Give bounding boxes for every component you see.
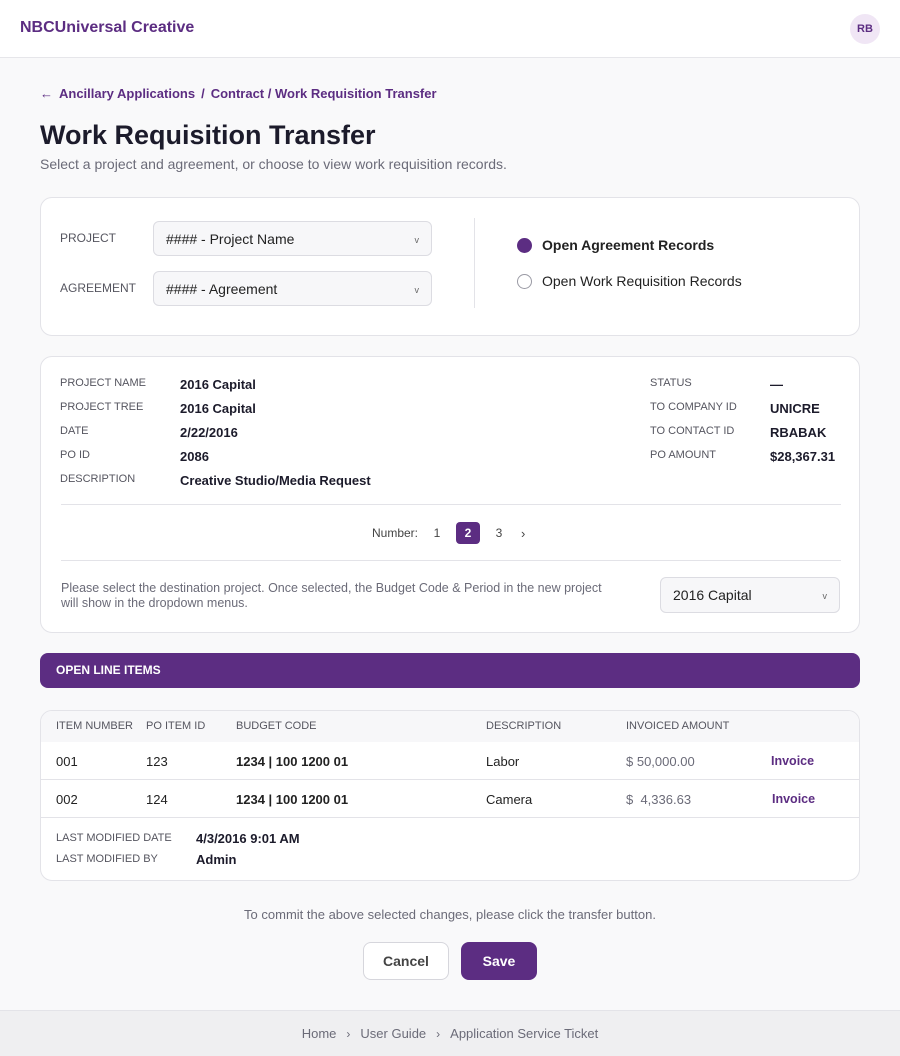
divider (474, 218, 475, 308)
item-number: 002 (56, 792, 78, 807)
last-modified-date-value: 4/3/2016 9:01 AM (196, 831, 300, 846)
budget-code: 1234 | 100 1200 01 (236, 792, 349, 807)
agreement-select-value: #### - Agreement (166, 280, 278, 297)
agreement-select[interactable]: #### - Agreement v (153, 271, 432, 306)
agreement-label: AGREEMENT (60, 281, 137, 295)
po-amount-label: PO AMOUNT (650, 449, 717, 461)
radio-label: Open Agreement Records (542, 237, 715, 253)
description-label: DESCRIPTION (60, 473, 136, 485)
selection-card: PROJECT #### - Project Name v AGREEMENT … (40, 197, 860, 336)
table-row: 002 124 1234 | 100 1200 01 Camera $ 4,33… (41, 780, 859, 818)
chevron-down-icon: v (822, 591, 828, 601)
destination-project-select[interactable]: 2016 Capital v (660, 577, 840, 613)
footer: Home › User Guide › Application Service … (0, 1010, 900, 1056)
pager-label: Number: (372, 526, 419, 540)
to-company-id-label: TO COMPANY ID (650, 401, 737, 413)
column-header: PO ITEM ID (146, 720, 206, 732)
divider (61, 560, 841, 561)
item-description: Labor (486, 754, 520, 769)
project-select-value: #### - Project Name (166, 230, 295, 247)
item-number: 001 (56, 754, 78, 769)
last-modified-date-label: LAST MODIFIED DATE (56, 832, 172, 844)
po-amount-value: $28,367.31 (770, 449, 836, 464)
footer-separator: › (436, 1026, 441, 1041)
pager-page-3[interactable]: 3 (487, 522, 511, 544)
cancel-button[interactable]: Cancel (363, 942, 449, 980)
pager-page-1[interactable]: 1 (425, 522, 449, 544)
project-label: PROJECT (60, 231, 117, 245)
commit-note: To commit the above selected changes, pl… (244, 907, 656, 922)
date-value: 2/22/2016 (180, 425, 238, 440)
last-modified-by-label: LAST MODIFIED BY (56, 853, 158, 865)
destination-note: Please select the destination project. O… (61, 581, 602, 610)
save-button[interactable]: Save (461, 942, 537, 980)
description-value: Creative Studio/Media Request (180, 473, 371, 488)
page-title: Work Requisition Transfer (40, 120, 376, 150)
footer-separator: › (346, 1026, 351, 1041)
last-modified-by-value: Admin (196, 852, 237, 867)
po-id-value: 2086 (180, 449, 209, 464)
invoiced-amount: $ 50,000.00 (626, 754, 695, 769)
details-card: PROJECT NAME 2016 Capital PROJECT TREE 2… (40, 356, 860, 633)
breadcrumb-separator: / (201, 86, 205, 101)
line-items-table: ITEM NUMBER PO ITEM ID BUDGET CODE DESCR… (40, 710, 860, 881)
breadcrumb-current[interactable]: Contract / Work Requisition Transfer (211, 86, 437, 101)
divider (41, 817, 859, 818)
footer-link-service-ticket[interactable]: Application Service Ticket (450, 1026, 598, 1041)
radio-label: Open Work Requisition Records (542, 273, 742, 289)
table-row: 001 123 1234 | 100 1200 01 Labor $ 50,00… (41, 742, 859, 780)
avatar[interactable]: RB (850, 14, 880, 44)
po-item-id: 123 (146, 754, 168, 769)
to-contact-id-label: TO CONTACT ID (650, 425, 735, 437)
chevron-down-icon: v (414, 284, 420, 295)
divider (61, 504, 841, 505)
radio-unselected-icon[interactable] (517, 273, 532, 289)
budget-code: 1234 | 100 1200 01 (236, 754, 349, 769)
radio-open-agreement-records[interactable]: Open Agreement Records (517, 237, 714, 253)
chevron-right-icon[interactable]: › (521, 526, 525, 541)
top-bar: NBCUniversal Creative RB (0, 0, 900, 58)
invoice-link[interactable]: Invoice (771, 754, 814, 768)
status-label: STATUS (650, 377, 692, 389)
to-contact-id-value: RBABAK (770, 425, 827, 440)
project-tree-value: 2016 Capital (180, 401, 256, 416)
po-item-id: 124 (146, 792, 168, 807)
project-tree-label: PROJECT TREE (60, 401, 144, 413)
arrow-left-icon[interactable]: ← (40, 86, 53, 101)
destination-project-value: 2016 Capital (673, 587, 752, 603)
open-line-items-banner: OPEN LINE ITEMS (40, 653, 860, 688)
radio-selected-icon[interactable] (517, 237, 532, 253)
project-name-value: 2016 Capital (180, 377, 256, 392)
breadcrumb: ← Ancillary Applications / Contract / Wo… (40, 86, 437, 101)
project-select[interactable]: #### - Project Name v (153, 221, 432, 256)
table-header: ITEM NUMBER PO ITEM ID BUDGET CODE DESCR… (41, 711, 859, 742)
column-header: INVOICED AMOUNT (626, 720, 730, 732)
date-label: DATE (60, 425, 89, 437)
footer-link-user-guide[interactable]: User Guide (360, 1026, 426, 1041)
status-value: — (770, 377, 783, 392)
invoiced-amount: $ 4,336.63 (626, 792, 692, 807)
column-header: DESCRIPTION (486, 720, 562, 732)
column-header: ITEM NUMBER (56, 720, 133, 732)
chevron-down-icon: v (414, 234, 420, 245)
radio-open-work-requisition-records[interactable]: Open Work Requisition Records (517, 273, 742, 289)
to-company-id-value: UNICRE (770, 401, 820, 416)
pager-page-2[interactable]: 2 (456, 522, 481, 544)
footer-link-home[interactable]: Home (302, 1026, 337, 1041)
column-header: BUDGET CODE (236, 720, 317, 732)
brand-logo[interactable]: NBCUniversal Creative (20, 19, 194, 37)
po-id-label: PO ID (60, 449, 90, 461)
invoice-link[interactable]: Invoice (772, 792, 815, 806)
page-subtitle: Select a project and agreement, or choos… (40, 156, 507, 172)
record-pager: Number: 1 2 3 › (372, 522, 525, 544)
item-description: Camera (486, 792, 533, 807)
breadcrumb-root[interactable]: Ancillary Applications (59, 86, 195, 101)
project-name-label: PROJECT NAME (60, 377, 146, 389)
